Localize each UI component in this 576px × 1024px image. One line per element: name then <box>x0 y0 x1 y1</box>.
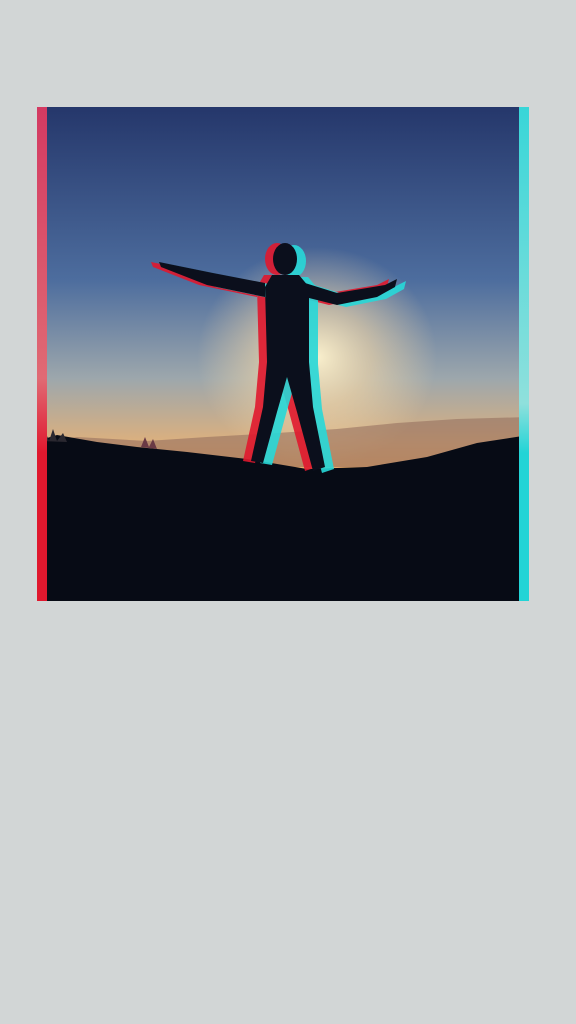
glitch-photo <box>37 107 529 601</box>
glitch-edge-left <box>37 107 47 601</box>
photo-frame[interactable] <box>37 107 529 601</box>
glitch-edge-right <box>519 107 529 601</box>
screen <box>0 0 576 1024</box>
